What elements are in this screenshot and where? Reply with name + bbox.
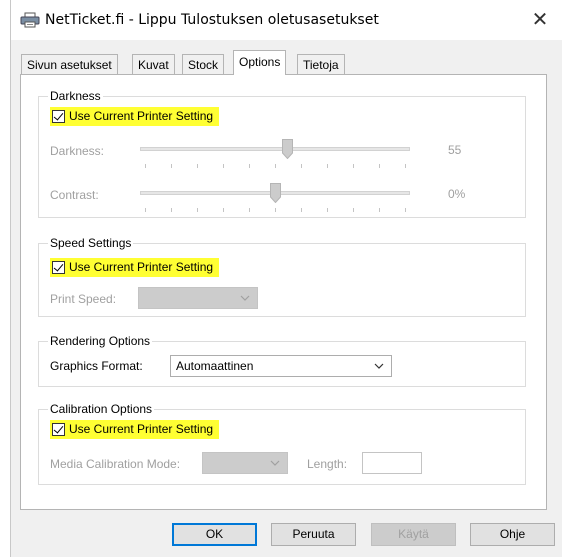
ok-button[interactable]: OK (172, 523, 257, 546)
print-speed-label: Print Speed: (50, 292, 117, 306)
cancel-button[interactable]: Peruuta (271, 523, 356, 546)
darkness-group: Darkness Use Current Printer Setting Dar… (38, 88, 526, 218)
window-title: NetTicket.fi - Lippu Tulostuksen oletusa… (45, 12, 379, 28)
speed-use-current-row[interactable]: Use Current Printer Setting (50, 258, 220, 277)
apply-button[interactable]: Käytä (371, 523, 456, 546)
graphics-format-dropdown[interactable]: Automaattinen (170, 355, 392, 377)
length-label: Length: (307, 457, 348, 471)
graphics-format-label: Graphics Format: (50, 359, 143, 373)
tab-options[interactable]: Options (233, 50, 287, 75)
printer-icon (20, 12, 40, 28)
slider-tick (171, 208, 172, 212)
slider-tick (275, 164, 276, 168)
slider-tick (197, 164, 198, 168)
tab-stock[interactable]: Stock (182, 54, 225, 74)
tab-sivun-asetukset[interactable]: Sivun asetukset (21, 54, 118, 74)
speed-use-current-checkbox[interactable] (52, 261, 65, 274)
print-speed-dropdown[interactable] (138, 287, 258, 309)
chevron-down-icon (270, 460, 280, 466)
speed-group-title: Speed Settings (48, 235, 134, 251)
contrast-slider-thumb[interactable] (269, 183, 281, 203)
dialog-window: NetTicket.fi - Lippu Tulostuksen oletusa… (0, 0, 562, 557)
slider-tick (301, 208, 302, 212)
darkness-slider-track (140, 147, 410, 151)
slider-tick (275, 208, 276, 212)
slider-tick (197, 208, 198, 212)
calibration-use-current-row[interactable]: Use Current Printer Setting (50, 420, 220, 439)
darkness-use-current-label: Use Current Printer Setting (69, 109, 214, 123)
contrast-value: 0% (448, 187, 466, 201)
slider-tick (405, 164, 406, 168)
darkness-value: 55 (448, 143, 462, 157)
background-window-edge (0, 0, 11, 557)
slider-tick (223, 208, 224, 212)
darkness-use-current-checkbox[interactable] (52, 110, 65, 123)
calibration-group-title: Calibration Options (48, 401, 155, 417)
rendering-group: Rendering Options Graphics Format: Autom… (38, 333, 526, 387)
speed-use-current-label: Use Current Printer Setting (69, 260, 214, 274)
chevron-down-icon (374, 363, 384, 369)
calibration-use-current-label: Use Current Printer Setting (69, 422, 214, 436)
slider-tick (301, 164, 302, 168)
media-calibration-mode-label: Media Calibration Mode: (50, 457, 181, 471)
darkness-label: Darkness: (50, 144, 105, 158)
slider-tick (223, 164, 224, 168)
length-input[interactable] (362, 452, 422, 474)
chevron-down-icon (240, 295, 250, 301)
slider-tick (379, 164, 380, 168)
slider-tick (327, 164, 328, 168)
contrast-label: Contrast: (50, 188, 99, 202)
close-button[interactable]: ✕ (526, 6, 554, 32)
tab-kuvat[interactable]: Kuvat (132, 54, 175, 74)
slider-tick (249, 208, 250, 212)
graphics-format-value: Automaattinen (176, 359, 254, 373)
speed-group: Speed Settings Use Current Printer Setti… (38, 235, 526, 317)
slider-tick (171, 164, 172, 168)
slider-tick (353, 208, 354, 212)
darkness-slider-thumb[interactable] (282, 139, 294, 159)
slider-tick (327, 208, 328, 212)
options-panel: Darkness Use Current Printer Setting Dar… (20, 74, 547, 510)
slider-tick (353, 164, 354, 168)
calibration-use-current-checkbox[interactable] (52, 423, 65, 436)
slider-tick (405, 208, 406, 212)
darkness-use-current-row[interactable]: Use Current Printer Setting (50, 107, 220, 126)
slider-tick (249, 164, 250, 168)
media-calibration-mode-dropdown[interactable] (202, 452, 288, 474)
calibration-group: Calibration Options Use Current Printer … (38, 401, 526, 485)
slider-tick (145, 164, 146, 168)
darkness-group-title: Darkness (48, 88, 103, 104)
help-button[interactable]: Ohje (470, 523, 555, 546)
tab-tietoja[interactable]: Tietoja (297, 54, 345, 74)
slider-tick (379, 208, 380, 212)
title-bar: NetTicket.fi - Lippu Tulostuksen oletusa… (11, 0, 562, 40)
rendering-group-title: Rendering Options (48, 333, 153, 349)
slider-tick (145, 208, 146, 212)
